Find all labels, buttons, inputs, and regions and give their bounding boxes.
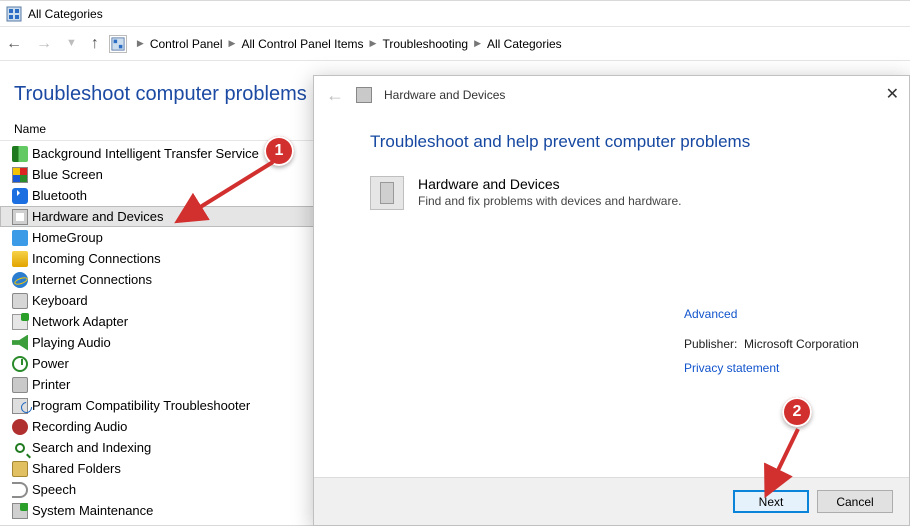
list-item-label: Program Compatibility Troubleshooter [32, 398, 250, 413]
crumb-all-items[interactable]: All Control Panel Items [241, 37, 363, 51]
list-item-label: Printer [32, 377, 70, 392]
shared-icon [12, 461, 28, 477]
chevron-right-icon: ▶ [474, 38, 481, 49]
list-item-label: Playing Audio [32, 335, 111, 350]
ie-icon [12, 272, 28, 288]
publisher-label: Publisher: [684, 337, 737, 351]
control-panel-icon [6, 6, 22, 22]
rec-icon [12, 419, 28, 435]
list-item-label: Recording Audio [32, 419, 127, 434]
bits-icon [12, 146, 28, 162]
advanced-link[interactable]: Advanced [684, 307, 859, 321]
list-item-label: Power [32, 356, 69, 371]
net-icon [12, 314, 28, 330]
chevron-right-icon: ▶ [229, 38, 236, 49]
wizard-titlebar: ← Hardware and Devices ✕ [314, 76, 909, 114]
troubleshooter-wizard: ← Hardware and Devices ✕ Troubleshoot an… [313, 75, 910, 526]
bsod-icon [12, 167, 28, 183]
chevron-right-icon: ▶ [137, 38, 144, 49]
wizard-footer: Next Cancel [314, 477, 909, 525]
annotation-arrow-2 [762, 425, 817, 505]
publisher-line: Publisher: Microsoft Corporation [684, 337, 859, 351]
list-item-label: Internet Connections [32, 272, 152, 287]
list-item-label: Bluetooth [32, 188, 87, 203]
compat-icon [12, 398, 28, 414]
audio-icon [12, 335, 28, 351]
list-item-label: Network Adapter [32, 314, 128, 329]
window-title: All Categories [28, 7, 103, 21]
address-bar-icon[interactable] [109, 35, 127, 53]
hg-icon [12, 230, 28, 246]
hw-icon [12, 209, 28, 225]
list-item-label: Incoming Connections [32, 251, 161, 266]
print-icon [12, 377, 28, 393]
crumb-troubleshooting[interactable]: Troubleshooting [382, 37, 468, 51]
power-icon [12, 356, 28, 372]
list-item-label: Blue Screen [32, 167, 103, 182]
kb-icon [12, 293, 28, 309]
nav-forward-button[interactable]: → [36, 36, 52, 52]
inc-icon [12, 251, 28, 267]
list-item-label: System Maintenance [32, 503, 153, 518]
crumb-control-panel[interactable]: Control Panel [150, 37, 223, 51]
list-item-label: Speech [32, 482, 76, 497]
crumb-all-categories[interactable]: All Categories [487, 37, 562, 51]
nav-back-button[interactable]: ← [6, 36, 22, 52]
nav-recent-button[interactable]: ▼ [66, 38, 77, 49]
annotation-arrow-1 [173, 157, 288, 232]
chevron-right-icon: ▶ [370, 38, 377, 49]
publisher-value: Microsoft Corporation [744, 337, 859, 351]
navigation-bar: ← → ▼ ↑ ▶ Control Panel ▶ All Control Pa… [0, 27, 910, 61]
list-item-label: HomeGroup [32, 230, 103, 245]
titlebar: All Categories [0, 1, 910, 27]
hardware-icon [370, 176, 404, 210]
close-button[interactable]: ✕ [886, 84, 899, 104]
list-item-label: Search and Indexing [32, 440, 151, 455]
bt-icon [12, 188, 28, 204]
speech-icon [12, 482, 28, 498]
wizard-item-title: Hardware and Devices [418, 176, 681, 192]
list-item-label: Keyboard [32, 293, 88, 308]
wizard-title: Hardware and Devices [384, 88, 505, 102]
breadcrumb: ▶ Control Panel ▶ All Control Panel Item… [137, 37, 562, 51]
maint-icon [12, 503, 28, 519]
wizard-icon [356, 87, 372, 103]
list-item-label: Hardware and Devices [32, 209, 164, 224]
privacy-link[interactable]: Privacy statement [684, 361, 859, 375]
list-item-label: Shared Folders [32, 461, 121, 476]
search-icon [12, 440, 28, 456]
wizard-heading: Troubleshoot and help prevent computer p… [370, 132, 879, 152]
cancel-button[interactable]: Cancel [817, 490, 893, 513]
wizard-item-description: Find and fix problems with devices and h… [418, 194, 681, 208]
wizard-back-button[interactable]: ← [326, 85, 344, 106]
wizard-troubleshooter-item[interactable]: Hardware and Devices Find and fix proble… [370, 176, 879, 210]
nav-up-button[interactable]: ↑ [91, 36, 99, 52]
